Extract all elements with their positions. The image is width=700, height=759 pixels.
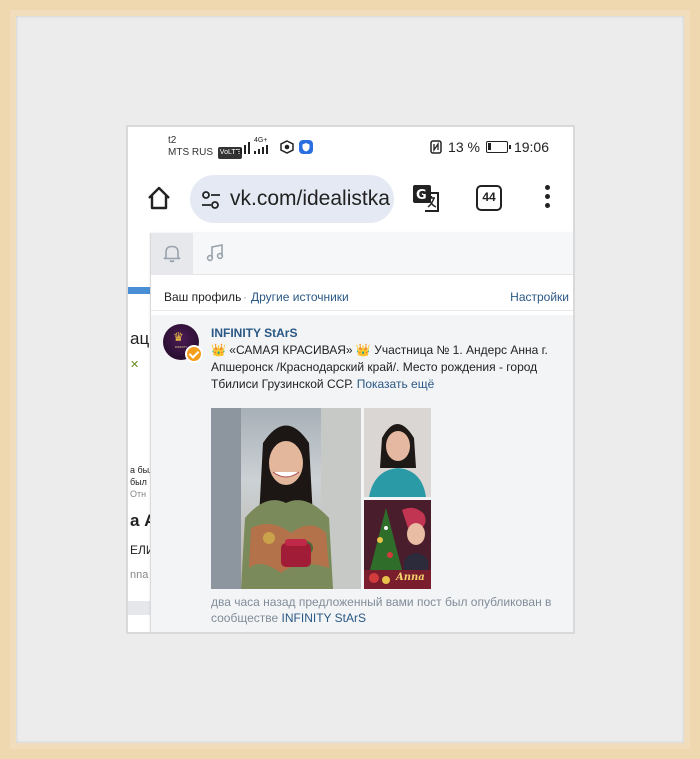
blue-header-bar [128,287,150,294]
filter-other-sources[interactable]: Другие источники [251,290,349,304]
show-more-link[interactable]: Показать ещё [357,377,435,391]
group-name-link[interactable]: INFINITY StArS [211,326,297,340]
shield-app-icon [299,140,313,154]
filter-separator: · [243,290,247,304]
fragment-text: nna [130,569,149,581]
carrier-name: MTS RUS [168,147,213,158]
fragment-text: ац [130,329,150,348]
photo-main[interactable] [211,408,361,589]
translate-icon[interactable]: G [411,183,441,213]
bell-icon [163,245,181,263]
home-icon[interactable] [146,185,172,211]
photo-side-bottom[interactable]: Anna [364,500,431,589]
site-settings-icon[interactable] [200,189,222,211]
photo-signature: Anna [396,572,425,583]
filter-own-profile[interactable]: Ваш профиль [164,290,241,304]
music-icon[interactable] [205,243,225,263]
nfc-icon [430,140,442,154]
signal-2-icon [254,145,268,154]
notification-item[interactable]: ♛ INFINITY INFINITY StArS 👑 «САМАЯ КРАСИ… [151,315,573,632]
notification-caption: два часа назад предложенный вами пост бы… [211,594,567,626]
svg-text:G: G [416,188,427,203]
tab-count-icon[interactable]: 44 [476,185,502,211]
browser-toolbar: vk.com/idealistka G 44 [128,167,573,233]
settings-link[interactable]: Настройки [510,290,569,304]
fragment-text: ЕЛИ [130,543,150,557]
vpn-icon [280,140,294,154]
verified-check-icon [185,345,203,363]
vk-page: ац ✕ а был был Отн а А ЕЛИ nna [128,233,573,632]
battery-percent: 13 % [448,139,480,155]
signal-icon [236,142,250,154]
fragment-text: Отн [130,489,147,499]
clock: 19:06 [513,139,549,155]
photo-side-top[interactable] [364,408,431,497]
address-bar[interactable]: vk.com/idealistka [190,175,394,223]
photo-portrait-illustration [364,408,431,497]
post-text: 👑 «САМАЯ КРАСИВАЯ» 👑 Участница № 1. Анде… [211,342,567,393]
url-text[interactable]: vk.com/idealistka [230,187,390,211]
overflow-menu-icon[interactable] [542,185,552,211]
phone-screen: t2 MTS RUS VoLTE 4G+ 13 % 19:06 vk.com/i… [126,125,575,634]
crown-icon: ♛ [173,330,184,344]
fragment-separator [128,601,150,615]
fragment-text: был [130,477,147,487]
tab-notifications[interactable] [151,233,193,275]
fragment-text: а А [130,511,150,530]
notifications-tabs [151,233,573,275]
mobile-data-label: 4G+ [254,137,268,144]
fragment-mark: ✕ [130,359,140,371]
crown-emoji-icon: 👑 [211,343,226,357]
crown-emoji-icon: 👑 [355,343,371,357]
photo-woman-illustration [211,408,361,589]
notifications-filter: Ваш профиль · Другие источники Настройки [151,281,573,311]
battery-icon [485,141,511,153]
status-bar: t2 MTS RUS VoLTE 4G+ 13 % 19:06 [128,127,573,167]
caption-text: два часа назад предложенный вами пост бы… [211,595,552,625]
network-name: t2 [168,135,177,146]
carrier-info: t2 MTS RUS VoLTE [168,135,243,159]
post-title: «САМАЯ КРАСИВАЯ» [229,343,353,357]
background-page-fragment: ац ✕ а был был Отн а А ЕЛИ nna [128,233,150,632]
caption-group-link[interactable]: INFINITY StArS [282,611,366,625]
notifications-panel: Ваш профиль · Другие источники Настройки… [151,233,573,632]
photo-grid: Anna [211,408,432,589]
fragment-text: а был [130,465,150,475]
status-right: 13 % 19:06 [430,139,549,155]
